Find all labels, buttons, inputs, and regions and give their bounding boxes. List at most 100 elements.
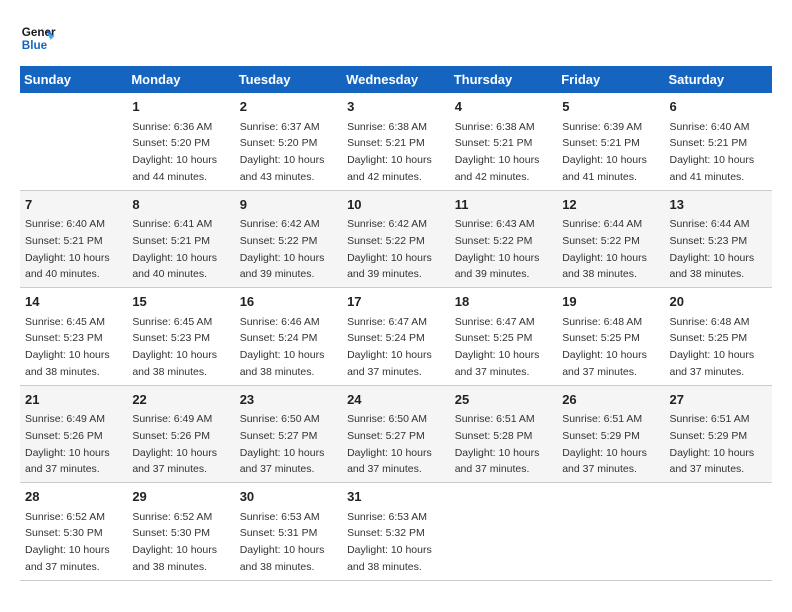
- col-header-saturday: Saturday: [664, 66, 772, 93]
- day-info: Sunrise: 6:40 AM Sunset: 5:21 PM Dayligh…: [25, 218, 110, 280]
- day-info: Sunrise: 6:53 AM Sunset: 5:32 PM Dayligh…: [347, 511, 432, 573]
- day-info: Sunrise: 6:51 AM Sunset: 5:28 PM Dayligh…: [455, 413, 540, 475]
- day-number: 15: [132, 292, 229, 312]
- day-number: 30: [240, 487, 337, 507]
- day-info: Sunrise: 6:48 AM Sunset: 5:25 PM Dayligh…: [562, 316, 647, 378]
- day-info: Sunrise: 6:43 AM Sunset: 5:22 PM Dayligh…: [455, 218, 540, 280]
- col-header-sunday: Sunday: [20, 66, 127, 93]
- day-number: 29: [132, 487, 229, 507]
- week-row-4: 21 Sunrise: 6:49 AM Sunset: 5:26 PM Dayli…: [20, 385, 772, 483]
- calendar-cell: [20, 93, 127, 190]
- calendar-cell: 29 Sunrise: 6:52 AM Sunset: 5:30 PM Dayli…: [127, 483, 234, 581]
- day-number: 22: [132, 390, 229, 410]
- day-info: Sunrise: 6:45 AM Sunset: 5:23 PM Dayligh…: [132, 316, 217, 378]
- calendar-cell: 31 Sunrise: 6:53 AM Sunset: 5:32 PM Dayli…: [342, 483, 450, 581]
- day-number: 3: [347, 97, 445, 117]
- calendar-cell: 15 Sunrise: 6:45 AM Sunset: 5:23 PM Dayli…: [127, 288, 234, 386]
- day-number: 21: [25, 390, 122, 410]
- day-number: 25: [455, 390, 552, 410]
- day-number: 5: [562, 97, 659, 117]
- day-info: Sunrise: 6:41 AM Sunset: 5:21 PM Dayligh…: [132, 218, 217, 280]
- calendar-cell: 9 Sunrise: 6:42 AM Sunset: 5:22 PM Daylig…: [235, 190, 342, 288]
- day-number: 14: [25, 292, 122, 312]
- col-header-thursday: Thursday: [450, 66, 557, 93]
- day-number: 6: [669, 97, 767, 117]
- svg-text:Blue: Blue: [22, 39, 48, 52]
- calendar-table: SundayMondayTuesdayWednesdayThursdayFrid…: [20, 66, 772, 581]
- calendar-cell: 2Sunrise: 6:37 AM Sunset: 5:20 PM Daylig…: [235, 93, 342, 190]
- calendar-cell: 1Sunrise: 6:36 AM Sunset: 5:20 PM Daylig…: [127, 93, 234, 190]
- day-number: 20: [669, 292, 767, 312]
- calendar-cell: [664, 483, 772, 581]
- col-header-friday: Friday: [557, 66, 664, 93]
- calendar-cell: 18 Sunrise: 6:47 AM Sunset: 5:25 PM Dayli…: [450, 288, 557, 386]
- day-info: Sunrise: 6:42 AM Sunset: 5:22 PM Dayligh…: [240, 218, 325, 280]
- day-info: Sunrise: 6:47 AM Sunset: 5:25 PM Dayligh…: [455, 316, 540, 378]
- calendar-cell: 3 Sunrise: 6:38 AM Sunset: 5:21 PM Daylig…: [342, 93, 450, 190]
- day-info: Sunrise: 6:38 AM Sunset: 5:21 PM Dayligh…: [347, 121, 432, 183]
- day-number: 11: [455, 195, 552, 215]
- col-header-tuesday: Tuesday: [235, 66, 342, 93]
- calendar-cell: 24 Sunrise: 6:50 AM Sunset: 5:27 PM Dayli…: [342, 385, 450, 483]
- day-number: 31: [347, 487, 445, 507]
- day-info: Sunrise: 6:44 AM Sunset: 5:23 PM Dayligh…: [669, 218, 754, 280]
- calendar-cell: 21 Sunrise: 6:49 AM Sunset: 5:26 PM Dayli…: [20, 385, 127, 483]
- day-number: 4: [455, 97, 552, 117]
- day-number: 19: [562, 292, 659, 312]
- day-number: 26: [562, 390, 659, 410]
- week-row-2: 7 Sunrise: 6:40 AM Sunset: 5:21 PM Daylig…: [20, 190, 772, 288]
- calendar-cell: [450, 483, 557, 581]
- week-row-1: 1Sunrise: 6:36 AM Sunset: 5:20 PM Daylig…: [20, 93, 772, 190]
- calendar-cell: 19 Sunrise: 6:48 AM Sunset: 5:25 PM Dayli…: [557, 288, 664, 386]
- calendar-cell: 16 Sunrise: 6:46 AM Sunset: 5:24 PM Dayli…: [235, 288, 342, 386]
- calendar-cell: 14 Sunrise: 6:45 AM Sunset: 5:23 PM Dayli…: [20, 288, 127, 386]
- calendar-cell: 30 Sunrise: 6:53 AM Sunset: 5:31 PM Dayli…: [235, 483, 342, 581]
- day-number: 17: [347, 292, 445, 312]
- calendar-cell: 5 Sunrise: 6:39 AM Sunset: 5:21 PM Daylig…: [557, 93, 664, 190]
- day-number: 16: [240, 292, 337, 312]
- calendar-cell: 10Sunrise: 6:42 AM Sunset: 5:22 PM Dayli…: [342, 190, 450, 288]
- col-header-monday: Monday: [127, 66, 234, 93]
- day-number: 23: [240, 390, 337, 410]
- calendar-cell: 12Sunrise: 6:44 AM Sunset: 5:22 PM Dayli…: [557, 190, 664, 288]
- day-number: 7: [25, 195, 122, 215]
- day-info: Sunrise: 6:39 AM Sunset: 5:21 PM Dayligh…: [562, 121, 647, 183]
- day-info: Sunrise: 6:51 AM Sunset: 5:29 PM Dayligh…: [669, 413, 754, 475]
- day-info: Sunrise: 6:50 AM Sunset: 5:27 PM Dayligh…: [347, 413, 432, 475]
- calendar-cell: 17 Sunrise: 6:47 AM Sunset: 5:24 PM Dayli…: [342, 288, 450, 386]
- day-info: Sunrise: 6:48 AM Sunset: 5:25 PM Dayligh…: [669, 316, 754, 378]
- day-number: 8: [132, 195, 229, 215]
- day-info: Sunrise: 6:52 AM Sunset: 5:30 PM Dayligh…: [132, 511, 217, 573]
- calendar-cell: 4Sunrise: 6:38 AM Sunset: 5:21 PM Daylig…: [450, 93, 557, 190]
- logo-icon: General Blue: [20, 20, 56, 56]
- day-info: Sunrise: 6:53 AM Sunset: 5:31 PM Dayligh…: [240, 511, 325, 573]
- calendar-cell: 11 Sunrise: 6:43 AM Sunset: 5:22 PM Dayli…: [450, 190, 557, 288]
- day-number: 18: [455, 292, 552, 312]
- day-info: Sunrise: 6:52 AM Sunset: 5:30 PM Dayligh…: [25, 511, 110, 573]
- day-info: Sunrise: 6:44 AM Sunset: 5:22 PM Dayligh…: [562, 218, 647, 280]
- day-info: Sunrise: 6:42 AM Sunset: 5:22 PM Dayligh…: [347, 218, 432, 280]
- day-info: Sunrise: 6:47 AM Sunset: 5:24 PM Dayligh…: [347, 316, 432, 378]
- calendar-cell: 25 Sunrise: 6:51 AM Sunset: 5:28 PM Dayli…: [450, 385, 557, 483]
- header-row: SundayMondayTuesdayWednesdayThursdayFrid…: [20, 66, 772, 93]
- day-number: 24: [347, 390, 445, 410]
- day-info: Sunrise: 6:49 AM Sunset: 5:26 PM Dayligh…: [132, 413, 217, 475]
- day-info: Sunrise: 6:45 AM Sunset: 5:23 PM Dayligh…: [25, 316, 110, 378]
- calendar-cell: 20 Sunrise: 6:48 AM Sunset: 5:25 PM Dayli…: [664, 288, 772, 386]
- day-info: Sunrise: 6:37 AM Sunset: 5:20 PM Dayligh…: [240, 121, 325, 183]
- day-number: 27: [669, 390, 767, 410]
- day-info: Sunrise: 6:50 AM Sunset: 5:27 PM Dayligh…: [240, 413, 325, 475]
- logo: General Blue: [20, 20, 60, 56]
- calendar-cell: 8 Sunrise: 6:41 AM Sunset: 5:21 PM Daylig…: [127, 190, 234, 288]
- calendar-cell: 22 Sunrise: 6:49 AM Sunset: 5:26 PM Dayli…: [127, 385, 234, 483]
- calendar-cell: 7 Sunrise: 6:40 AM Sunset: 5:21 PM Daylig…: [20, 190, 127, 288]
- day-number: 9: [240, 195, 337, 215]
- day-info: Sunrise: 6:49 AM Sunset: 5:26 PM Dayligh…: [25, 413, 110, 475]
- calendar-cell: 23 Sunrise: 6:50 AM Sunset: 5:27 PM Dayli…: [235, 385, 342, 483]
- day-info: Sunrise: 6:46 AM Sunset: 5:24 PM Dayligh…: [240, 316, 325, 378]
- calendar-cell: 28Sunrise: 6:52 AM Sunset: 5:30 PM Dayli…: [20, 483, 127, 581]
- calendar-cell: 27 Sunrise: 6:51 AM Sunset: 5:29 PM Dayli…: [664, 385, 772, 483]
- week-row-3: 14 Sunrise: 6:45 AM Sunset: 5:23 PM Dayli…: [20, 288, 772, 386]
- calendar-cell: [557, 483, 664, 581]
- header: General Blue: [20, 20, 772, 56]
